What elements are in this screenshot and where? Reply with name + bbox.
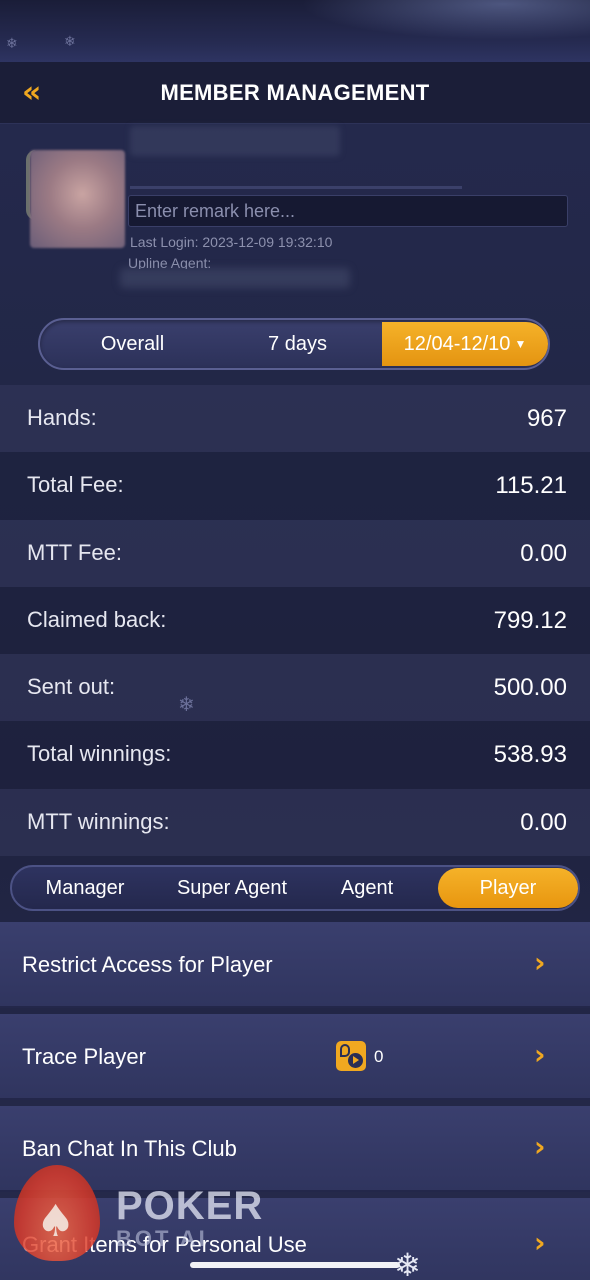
tab-manager[interactable]: Manager bbox=[26, 867, 144, 909]
role-tabs: Manager Super Agent Agent Player bbox=[10, 865, 580, 911]
page-title: MEMBER MANAGEMENT bbox=[160, 80, 430, 105]
menu-ban-chat[interactable]: Ban Chat In This Club › bbox=[0, 1106, 590, 1192]
screen: ❄ ❄ « MEMBER MANAGEMENT Last Login: 2023… bbox=[0, 0, 590, 1280]
stat-row-mtt-fee: MTT Fee: 0.00 bbox=[0, 519, 590, 587]
upline-agent-label: Upline Agent: bbox=[128, 255, 212, 269]
stat-value: 799.12 bbox=[493, 606, 567, 634]
stat-label: MTT winnings: bbox=[27, 808, 170, 834]
stat-row-total-winnings: Total winnings: 538.93 bbox=[0, 721, 590, 789]
watermark-sub: BOT AI bbox=[116, 1226, 208, 1251]
snowflake-icon: ❄ bbox=[64, 34, 76, 50]
last-login-text: Last Login: 2023-12-09 19:32:10 bbox=[130, 234, 333, 250]
caret-down-icon: ▼ bbox=[514, 337, 527, 351]
stat-value: 115.21 bbox=[495, 472, 567, 500]
stat-row-sent-out: Sent out: 500.00 bbox=[0, 654, 590, 722]
menu-label: Restrict Access for Player bbox=[22, 952, 273, 977]
stat-label: Hands: bbox=[27, 405, 97, 430]
stat-row-mtt-winnings: MTT winnings: 0.00 bbox=[0, 788, 590, 857]
period-selector: Overall 7 days 12/04-12/10 ▼ bbox=[38, 318, 550, 370]
member-name-redacted bbox=[130, 126, 340, 156]
stat-value: 538.93 bbox=[493, 741, 567, 769]
snowflake-icon: ❄ bbox=[6, 36, 18, 52]
stat-row-claimed-back: Claimed back: 799.12 bbox=[0, 586, 590, 655]
stat-value: 0.00 bbox=[520, 539, 567, 567]
stat-label: Sent out: bbox=[27, 674, 116, 700]
avatar[interactable] bbox=[30, 150, 125, 248]
period-date-range[interactable]: 12/04-12/10 ▼ bbox=[382, 322, 548, 366]
stat-row-hands: Hands: 967 bbox=[0, 385, 590, 453]
stat-value: 0.00 bbox=[520, 808, 567, 836]
upline-agent-redacted bbox=[120, 268, 350, 288]
menu-trace-player[interactable]: Trace Player 0 › bbox=[0, 1014, 590, 1100]
top-glow bbox=[300, 0, 590, 40]
period-date-range-label: 12/04-12/10 bbox=[403, 333, 511, 355]
top-decoration: ❄ ❄ bbox=[0, 0, 590, 62]
chevron-right-icon: › bbox=[534, 1130, 546, 1163]
tab-super-agent[interactable]: Super Agent bbox=[162, 867, 302, 909]
header: « MEMBER MANAGEMENT bbox=[0, 62, 590, 124]
play-badge bbox=[348, 1053, 363, 1068]
tab-agent[interactable]: Agent bbox=[312, 867, 422, 909]
trace-player-icon bbox=[336, 1041, 366, 1071]
menu-label: Ban Chat In This Club bbox=[22, 1136, 237, 1161]
snowflake-icon: ❄ bbox=[178, 692, 195, 716]
stat-value: 500.00 bbox=[493, 674, 567, 702]
watermark-brand: POKER bbox=[116, 1184, 264, 1228]
stat-row-total-fee: Total Fee: 115.21 bbox=[0, 452, 590, 520]
name-underline bbox=[130, 186, 462, 189]
stat-label: MTT Fee: bbox=[27, 539, 122, 565]
menu-label: Trace Player bbox=[22, 1044, 146, 1069]
chevron-right-icon: › bbox=[534, 1226, 546, 1259]
chevron-right-icon: › bbox=[534, 1038, 546, 1071]
stats-list: Hands: 967 Total Fee: 115.21 MTT Fee: 0.… bbox=[0, 385, 590, 857]
period-overall[interactable]: Overall bbox=[50, 320, 215, 368]
period-7-days[interactable]: 7 days bbox=[215, 320, 380, 368]
chevron-right-icon: › bbox=[534, 946, 546, 979]
stat-label: Claimed back: bbox=[27, 606, 167, 632]
tab-player[interactable]: Player bbox=[438, 868, 578, 908]
spade-icon: ♠ bbox=[36, 1196, 76, 1247]
trace-count: 0 bbox=[374, 1047, 384, 1066]
stat-label: Total winnings: bbox=[27, 741, 172, 767]
stat-value: 967 bbox=[526, 405, 567, 432]
stat-label: Total Fee: bbox=[27, 472, 124, 498]
menu-restrict-access[interactable]: Restrict Access for Player › bbox=[0, 922, 590, 1008]
remark-input[interactable] bbox=[128, 195, 568, 227]
home-indicator[interactable] bbox=[190, 1262, 400, 1268]
